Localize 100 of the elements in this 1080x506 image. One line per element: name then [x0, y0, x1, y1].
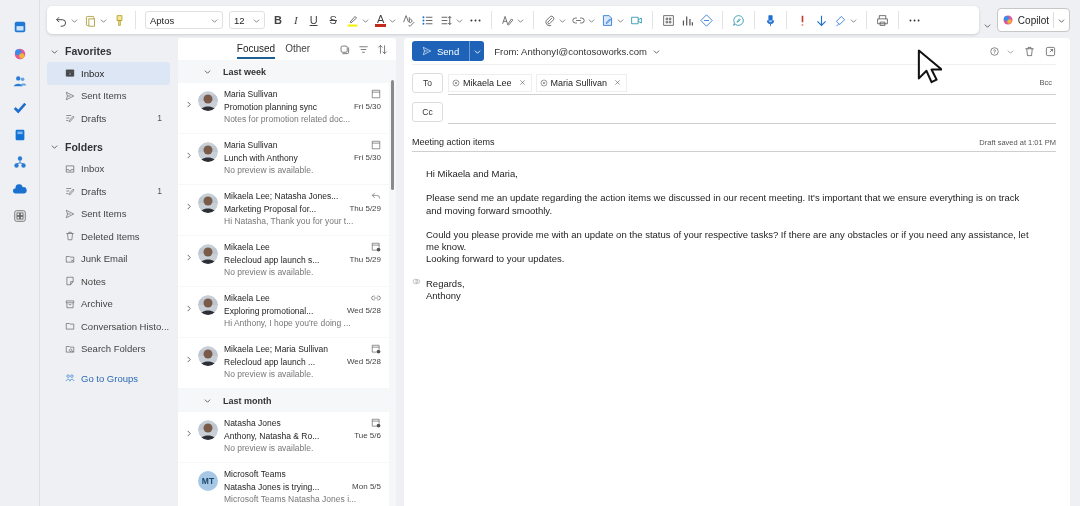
cc-button[interactable]: Cc	[412, 102, 443, 122]
folder-item[interactable]: Sent Items	[47, 84, 170, 107]
folder-item[interactable]: Drafts 1	[47, 107, 170, 130]
sort-icon[interactable]	[377, 43, 388, 55]
message-item[interactable]: Mikaela Lee; Maria Sullivan Relecloud app launch ... Wed 5/28 No preview is available.	[178, 338, 389, 388]
mail-tab[interactable]: Other	[285, 39, 311, 59]
caret-icon[interactable]	[517, 16, 525, 24]
chevron-icon[interactable]	[51, 47, 58, 55]
expand-icon[interactable]	[184, 203, 192, 210]
delete-icon[interactable]	[1024, 45, 1035, 57]
scrollbar[interactable]	[391, 80, 394, 190]
apps-icon[interactable]	[12, 209, 27, 223]
font-color-button[interactable]: A	[374, 13, 387, 27]
help-icon[interactable]	[989, 45, 1000, 57]
bold-button[interactable]: B	[271, 14, 285, 26]
people-icon[interactable]	[12, 74, 27, 88]
to-button[interactable]: To	[412, 73, 443, 93]
chevron-icon[interactable]	[983, 21, 991, 29]
caret-icon[interactable]	[100, 16, 107, 24]
spelling-icon[interactable]	[402, 13, 416, 27]
font-size-dropdown[interactable]: 12	[229, 11, 265, 29]
folder-item[interactable]: Sent Items	[47, 202, 170, 225]
message-item[interactable]: MT Microsoft Teams Natasha Jones is trying... Mon 5/5 Microsoft Teams Natasha Jones i...	[178, 463, 389, 506]
font-dropdown[interactable]: Aptos	[145, 11, 223, 29]
grid-icon[interactable]	[662, 13, 676, 27]
italic-button[interactable]: I	[290, 14, 301, 26]
message-item[interactable]: Mikaela Lee Exploring promotional... Wed 5/28 Hi Anthony, I hope you're doing ...	[178, 287, 389, 337]
copilot-icon[interactable]	[12, 47, 27, 61]
pop-out-icon[interactable]	[1045, 45, 1056, 57]
expand-icon[interactable]	[184, 254, 192, 261]
format-painter-icon[interactable]	[113, 13, 126, 27]
print-icon[interactable]	[876, 13, 890, 27]
link-icon	[371, 293, 381, 304]
clipboard-icon[interactable]	[84, 13, 97, 27]
body-text: Could you please provide me with an update on the status of your respective tasks? If there are any obstacles or if you need any assistance, let me know.	[426, 229, 1030, 254]
filter-icon[interactable]	[358, 43, 369, 55]
folder-item[interactable]: Search Folders	[47, 337, 170, 360]
caret-icon[interactable]	[361, 16, 369, 24]
attach-icon[interactable]	[543, 13, 557, 27]
expand-icon[interactable]	[184, 356, 192, 363]
folder-item[interactable]: Inbox	[47, 157, 170, 180]
remove-icon[interactable]	[614, 79, 622, 86]
calendar-icon[interactable]	[12, 20, 27, 34]
recipient-chip[interactable]: Maria Sullivan	[535, 73, 628, 92]
caret-icon[interactable]	[1007, 47, 1014, 55]
folder-item[interactable]: Inbox	[47, 62, 170, 85]
mail-tab[interactable]: Focused	[236, 39, 276, 59]
message-item[interactable]: Maria Sullivan Lunch with Anthony Fri 5/30 No preview is available.	[178, 134, 389, 184]
expand-icon[interactable]	[184, 101, 192, 108]
message-item[interactable]: Mikaela Lee; Natasha Jones... Marketing Proposal for... Thu 5/29 Hi Natasha, Thank you for your t...	[178, 185, 389, 235]
send-button[interactable]: Send	[412, 41, 470, 61]
expand-icon[interactable]	[184, 430, 192, 437]
signature-icon[interactable]	[601, 13, 615, 27]
checkmark-icon[interactable]	[12, 101, 27, 115]
send-options-button[interactable]	[469, 41, 485, 61]
expand-icon[interactable]	[184, 305, 192, 312]
message-item[interactable]: Natasha Jones Anthony, Natasha & Ro... Tue 5/6 No preview is available.	[178, 412, 389, 462]
folder-item[interactable]: Deleted Items	[47, 225, 170, 248]
loop-icon[interactable]	[412, 277, 421, 287]
copilot-button[interactable]: Copilot	[996, 8, 1070, 32]
bullet-list-icon[interactable]	[421, 13, 435, 27]
cloud-icon[interactable]	[12, 182, 27, 196]
message-preview: Notes for promotion related doc...	[224, 113, 352, 126]
from-dropdown[interactable]: From: AnthonyI@contosoworks.com	[494, 45, 660, 57]
message-item[interactable]: Maria Sullivan Promotion planning sync Fri 5/30 Notes for promotion related doc...	[178, 83, 389, 133]
recipient-chip[interactable]: Mikaela Lee	[448, 73, 532, 92]
chart-icon[interactable]	[681, 13, 695, 27]
select-icon[interactable]	[339, 43, 350, 55]
message-item[interactable]: Mikaela Lee Relecloud app launch s... Thu 5/29 No preview is available.	[178, 236, 389, 286]
message-subject: Anthony, Natasha & Ro...	[224, 429, 320, 442]
remove-icon[interactable]	[518, 79, 526, 86]
folder-item[interactable]: Conversation Histo...	[47, 315, 170, 338]
caret-icon[interactable]	[850, 16, 858, 24]
folder-item[interactable]: Drafts 1	[47, 180, 170, 203]
chevron-icon[interactable]	[51, 143, 58, 150]
strike-button[interactable]: S	[326, 14, 340, 26]
caret-icon[interactable]	[456, 16, 464, 24]
message-preview: No preview is available.	[224, 442, 315, 455]
caret-icon	[652, 47, 660, 55]
caret-icon[interactable]	[71, 16, 78, 24]
org-chart-icon[interactable]	[12, 155, 27, 169]
arrow-down-icon[interactable]	[815, 13, 829, 27]
caret-icon[interactable]	[617, 16, 625, 24]
chevron-icon[interactable]	[204, 68, 211, 75]
expand-icon[interactable]	[184, 152, 192, 159]
text-effects-icon[interactable]	[501, 13, 515, 27]
brush-icon[interactable]	[834, 13, 848, 27]
go-to-groups-link[interactable]: Go to Groups	[47, 368, 170, 388]
folder-item[interactable]: Archive	[47, 292, 170, 315]
folder-item[interactable]: Junk Email	[47, 247, 170, 270]
body-text: Anthony	[426, 290, 462, 303]
highlighter-icon[interactable]	[345, 13, 359, 27]
caret-icon[interactable]	[559, 16, 567, 24]
folder-item[interactable]: Notes	[47, 270, 170, 293]
line-spacing-icon[interactable]	[440, 13, 454, 27]
chevron-icon[interactable]	[204, 397, 211, 404]
chat-icon[interactable]	[732, 13, 746, 27]
caret-icon[interactable]	[389, 16, 397, 24]
caret-icon[interactable]	[588, 16, 596, 24]
underline-button[interactable]: U	[306, 14, 321, 26]
